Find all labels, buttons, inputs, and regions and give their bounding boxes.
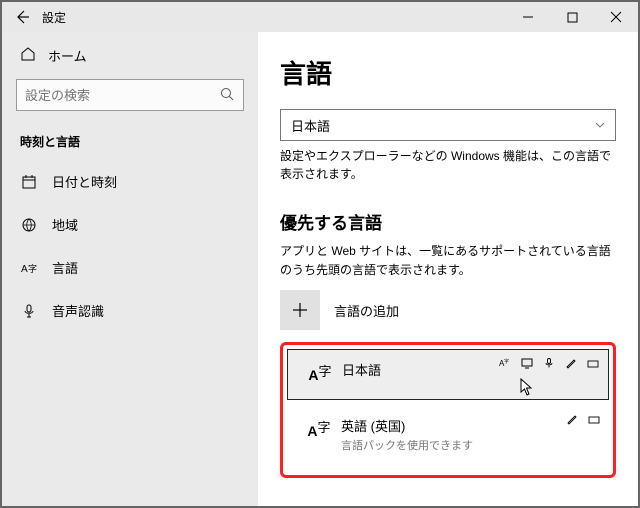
mouse-cursor-icon [520, 378, 534, 399]
language-list-highlight: A字 日本語 A字 [280, 342, 616, 478]
maximize-button[interactable] [550, 2, 594, 32]
chevron-down-icon [595, 118, 605, 133]
language-feature-icons: A字 [498, 356, 600, 370]
display-language-dropdown[interactable]: 日本語 [280, 109, 616, 141]
sidebar-item-speech[interactable]: 音声認識 [2, 289, 258, 332]
sidebar-item-label: 言語 [52, 258, 78, 277]
keyboard-icon [587, 412, 601, 426]
language-a-icon: A字 [298, 360, 342, 385]
sidebar-item-label: 音声認識 [52, 301, 104, 320]
add-language-label: 言語の追加 [334, 301, 399, 320]
keyboard-icon [586, 356, 600, 370]
calendar-icon [20, 174, 38, 190]
sidebar-item-region[interactable]: 地域 [2, 203, 258, 246]
minimize-button[interactable] [506, 2, 550, 32]
display-language-helper: 設定やエクスプローラーなどの Windows 機能は、この言語で表示されます。 [280, 147, 616, 183]
sidebar-item-language[interactable]: A字 言語 [2, 246, 258, 289]
home-icon [20, 46, 36, 65]
language-a-icon: A字 [297, 416, 341, 441]
sidebar-home[interactable]: ホーム [2, 32, 258, 75]
speech-icon [542, 356, 556, 370]
sidebar-search[interactable] [16, 79, 244, 111]
plus-icon [280, 290, 320, 330]
handwriting-icon [565, 412, 579, 426]
arrow-left-icon [14, 9, 30, 25]
content-pane: 言語 日本語 設定やエクスプローラーなどの Windows 機能は、この言語で表… [258, 32, 638, 506]
sidebar-item-label: 日付と時刻 [52, 172, 117, 191]
language-subtitle: 言語パックを使用できます [341, 437, 599, 453]
add-language-button[interactable]: 言語の追加 [280, 290, 616, 330]
titlebar: 設定 [2, 2, 638, 32]
globe-icon [20, 217, 38, 233]
svg-text:字: 字 [28, 263, 37, 274]
back-button[interactable] [2, 9, 42, 25]
language-item-japanese[interactable]: A字 日本語 A字 [287, 349, 609, 400]
search-icon [219, 86, 235, 105]
language-feature-icons [565, 412, 601, 426]
maximize-icon [567, 12, 578, 23]
sidebar-item-date[interactable]: 日付と時刻 [2, 160, 258, 203]
handwriting-icon [564, 356, 578, 370]
language-icon: A字 [20, 260, 38, 276]
text-to-speech-icon: A字 [498, 356, 512, 370]
microphone-icon [20, 303, 38, 319]
svg-text:字: 字 [504, 358, 509, 365]
minimize-icon [522, 11, 534, 23]
display-icon [520, 356, 534, 370]
page-title: 言語 [280, 54, 616, 91]
sidebar-item-label: 地域 [52, 215, 78, 234]
sidebar: ホーム 時刻と言語 日付と時刻 [2, 32, 258, 506]
sidebar-home-label: ホーム [48, 46, 87, 65]
close-icon [610, 11, 622, 23]
sidebar-section-title: 時刻と言語 [2, 127, 258, 160]
window-title: 設定 [42, 9, 506, 26]
preferred-desc: アプリと Web サイトは、一覧にあるサポートされている言語のうち先頭の言語で表… [280, 242, 616, 280]
preferred-heading: 優先する言語 [280, 209, 616, 234]
close-button[interactable] [594, 2, 638, 32]
dropdown-value: 日本語 [291, 116, 330, 135]
svg-text:A: A [21, 264, 28, 275]
language-item-english-uk[interactable]: A字 英語 (英国) 言語パックを使用できます [287, 406, 609, 467]
language-name: 英語 (英国) [341, 416, 599, 435]
search-input[interactable] [25, 88, 219, 103]
